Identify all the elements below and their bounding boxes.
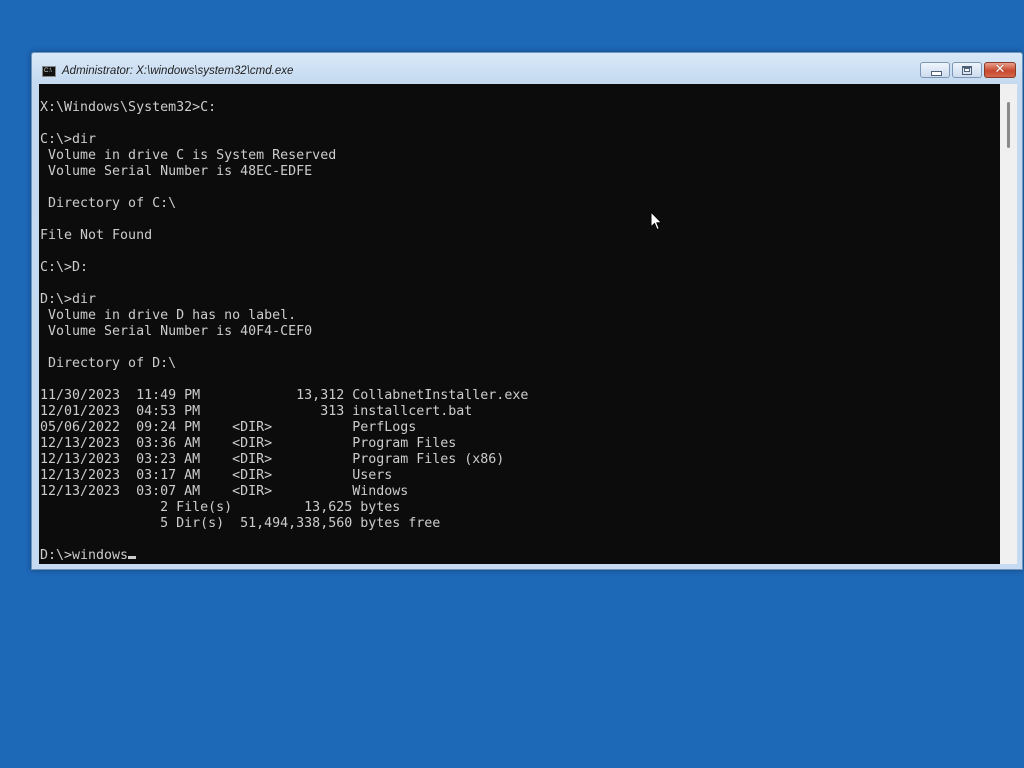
console-line: C:\>dir [40,132,97,147]
vertical-scrollbar[interactable] [1000,84,1017,564]
maximize-button[interactable] [952,62,982,78]
console-lines: X:\Windows\System32>C: C:\>dir Volume in… [40,100,528,532]
caption-buttons: ✕ [920,62,1016,80]
scrollbar-thumb[interactable] [1007,102,1010,148]
console-line: 12/13/2023 03:17 AM <DIR> Users [40,468,393,483]
console-line: Volume in drive D has no label. [40,308,297,323]
cmd-icon-text: C:\ [44,68,52,74]
console-output[interactable]: X:\Windows\System32>C: C:\>dir Volume in… [39,84,1000,564]
console-line: X:\Windows\System32>C: [40,100,217,115]
cmd-window[interactable]: C:\ Administrator: X:\windows\system32\c… [31,52,1023,570]
minimize-button[interactable] [920,62,950,78]
minimize-icon [931,71,942,76]
mouse-pointer-icon [650,211,662,230]
command-prompt[interactable]: D:\>windows [40,548,137,564]
console-line: 12/13/2023 03:23 AM <DIR> Program Files … [40,452,505,467]
prompt-text: D:\>windows [40,548,129,563]
console-line: 12/13/2023 03:36 AM <DIR> Program Files [40,436,457,451]
console-line: 11/30/2023 11:49 PM 13,312 CollabnetInst… [40,388,529,403]
console-line: Volume Serial Number is 40F4-CEF0 [40,324,313,339]
title-bar[interactable]: C:\ Administrator: X:\windows\system32\c… [32,53,1022,85]
close-button[interactable]: ✕ [984,62,1016,78]
cmd-icon[interactable]: C:\ [42,66,56,77]
console-line: Volume in drive C is System Reserved [40,148,337,163]
console-line: 05/06/2022 09:24 PM <DIR> PerfLogs [40,420,417,435]
console-line: 5 Dir(s) 51,494,338,560 bytes free [40,516,441,531]
console-line: Volume Serial Number is 48EC-EDFE [40,164,313,179]
window-title: Administrator: X:\windows\system32\cmd.e… [62,65,294,77]
console-line: Directory of D:\ [40,356,177,371]
console-line: File Not Found [40,228,153,243]
close-icon: ✕ [994,62,1006,77]
console-line: 12/01/2023 04:53 PM 313 installcert.bat [40,404,473,419]
console-line: C:\>D: [40,260,89,275]
console-line: 12/13/2023 03:07 AM <DIR> Windows [40,484,409,499]
console-line: D:\>dir [40,292,97,307]
console-line: Directory of C:\ [40,196,177,211]
console-line: 2 File(s) 13,625 bytes [40,500,401,515]
maximize-icon [962,66,972,75]
text-cursor [128,556,137,559]
